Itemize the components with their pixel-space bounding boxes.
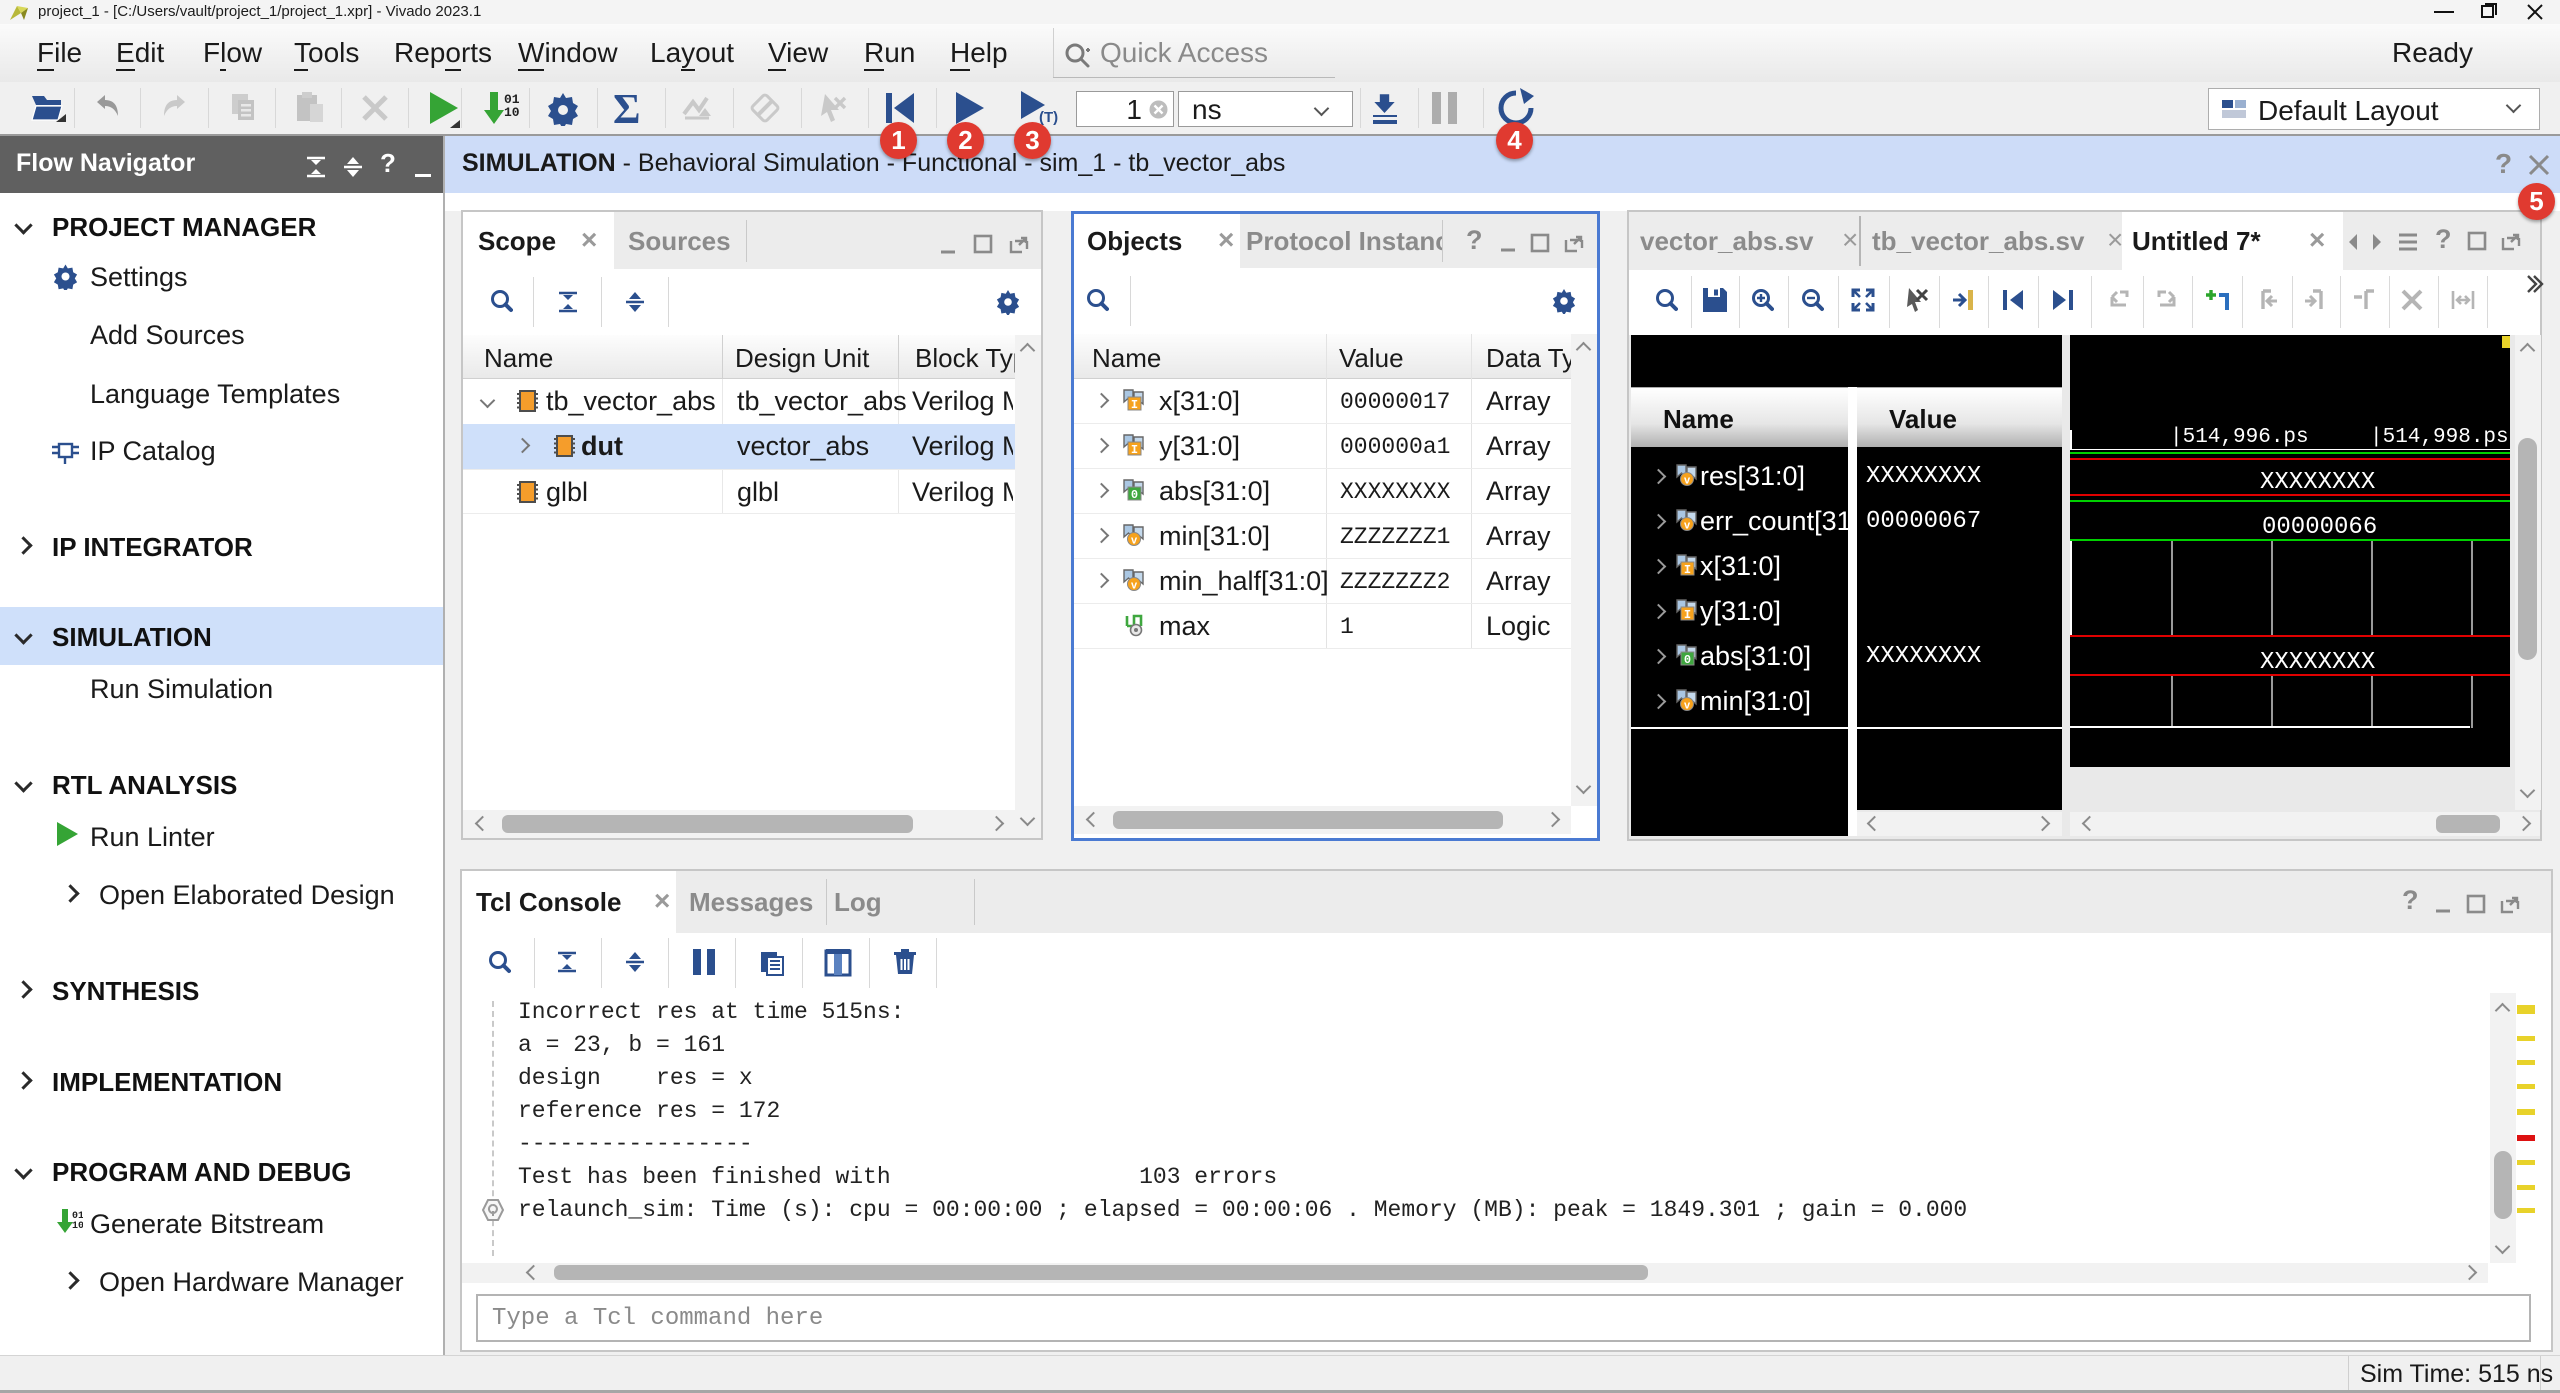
svg-text:(T): (T) <box>1039 109 1058 126</box>
svg-text:10: 10 <box>72 1221 83 1232</box>
svg-text:10: 10 <box>504 105 520 120</box>
